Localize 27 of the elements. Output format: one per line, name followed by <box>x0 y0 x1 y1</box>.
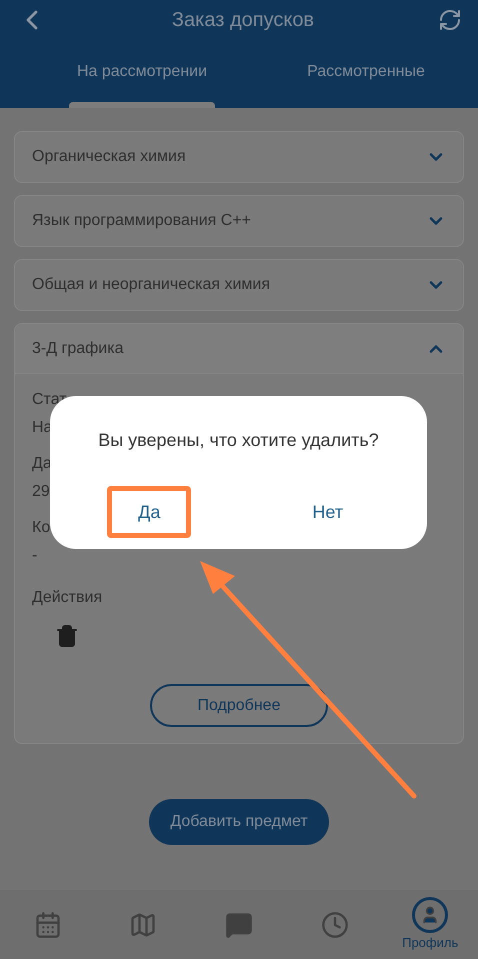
refresh-icon[interactable] <box>438 8 462 32</box>
calendar-icon[interactable] <box>34 910 62 938</box>
details-button[interactable]: Подробнее <box>150 684 328 727</box>
subject-header[interactable]: Органическая химия <box>15 132 463 182</box>
map-icon[interactable] <box>129 910 158 938</box>
actions-label: Действия <box>32 588 102 608</box>
subject-title: 3-Д графика <box>32 338 124 358</box>
subject-title: Общая и неорганическая химия <box>32 275 270 295</box>
tab[interactable]: Рассмотренные <box>254 60 478 108</box>
add-subject-button[interactable]: Добавить предмет <box>149 799 329 845</box>
clock-icon[interactable] <box>320 910 349 938</box>
subject-header[interactable]: Язык программирования С++ <box>15 196 463 246</box>
subject-header[interactable]: 3-Д графика <box>15 324 463 374</box>
nav-label[interactable]: Профиль <box>402 932 458 952</box>
subject-title: Язык программирования С++ <box>32 211 252 231</box>
subject-title: Органическая химия <box>32 147 186 167</box>
dialog-button[interactable]: Да <box>107 486 192 538</box>
field-value: 29 <box>32 482 50 502</box>
dialog-message: Вы уверены, что хотите удалить? <box>98 429 379 452</box>
screen-title: Заказ допусков <box>172 8 314 33</box>
subject-header[interactable]: Общая и неорганическая химия <box>15 260 463 310</box>
chat-icon[interactable] <box>224 910 253 938</box>
tab[interactable]: На рассмотрении <box>0 60 254 108</box>
trash-icon[interactable] <box>55 624 79 648</box>
field-value: - <box>32 546 38 566</box>
dialog-button[interactable]: Нет <box>286 486 370 538</box>
field-label: Ко <box>32 518 50 538</box>
